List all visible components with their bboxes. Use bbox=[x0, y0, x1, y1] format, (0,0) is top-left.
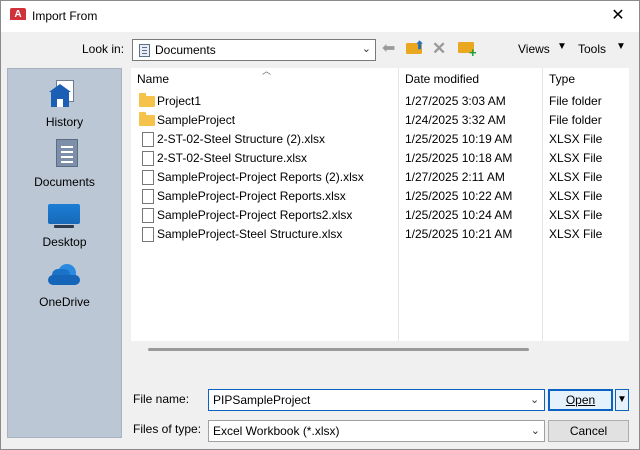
tools-dropdown-arrow-icon[interactable]: ▼ bbox=[616, 41, 626, 52]
open-options-dropdown-icon[interactable]: ▼ bbox=[615, 389, 629, 411]
create-new-folder-icon[interactable]: + bbox=[457, 39, 479, 60]
file-row[interactable]: SampleProject-Project Reports2.xlsx 1/25… bbox=[131, 206, 629, 225]
file-name: Project1 bbox=[157, 94, 202, 108]
file-icon bbox=[142, 132, 154, 147]
file-name: SampleProject-Project Reports.xlsx bbox=[157, 189, 346, 203]
file-icon bbox=[142, 227, 154, 242]
place-desktop[interactable]: Desktop bbox=[8, 195, 121, 255]
documents-folder-icon bbox=[139, 44, 150, 57]
file-name: SampleProject-Project Reports2.xlsx bbox=[157, 208, 353, 222]
file-type: XLSX File bbox=[549, 151, 603, 165]
look-in-value: Documents bbox=[155, 43, 216, 57]
file-date: 1/27/2025 3:03 AM bbox=[405, 94, 506, 108]
file-name: 2-ST-02-Steel Structure (2).xlsx bbox=[157, 132, 326, 146]
file-date: 1/27/2025 2:11 AM bbox=[405, 170, 505, 184]
cancel-button[interactable]: Cancel bbox=[548, 420, 629, 442]
views-dropdown-arrow-icon[interactable]: ▼ bbox=[557, 41, 567, 52]
views-menu[interactable]: Views bbox=[518, 42, 550, 56]
chevron-down-icon: ⌄ bbox=[530, 425, 540, 437]
file-date: 1/24/2025 3:32 AM bbox=[405, 113, 506, 127]
file-date: 1/25/2025 10:22 AM bbox=[405, 189, 513, 203]
folder-icon bbox=[139, 112, 155, 126]
folder-icon bbox=[139, 93, 155, 107]
place-label: Desktop bbox=[42, 235, 87, 249]
file-name: SampleProject bbox=[157, 113, 236, 127]
file-row[interactable]: SampleProject-Project Reports (2).xlsx 1… bbox=[131, 168, 629, 187]
file-name-dropdown-chevron-icon[interactable]: ⌄ bbox=[530, 393, 539, 406]
look-in-label: Look in: bbox=[82, 42, 125, 56]
place-label: OneDrive bbox=[39, 295, 90, 309]
file-row[interactable]: SampleProject-Project Reports.xlsx 1/25/… bbox=[131, 187, 629, 206]
file-icon bbox=[142, 208, 154, 223]
autocad-app-icon: A bbox=[10, 8, 26, 24]
up-one-level-icon[interactable]: ⬆ bbox=[406, 39, 428, 59]
file-row[interactable]: SampleProject-Steel Structure.xlsx 1/25/… bbox=[131, 225, 629, 244]
dialog-title: Import From bbox=[32, 9, 98, 23]
file-date: 1/25/2025 10:24 AM bbox=[405, 208, 513, 222]
delete-icon[interactable]: ✕ bbox=[432, 39, 454, 59]
place-label: History bbox=[45, 115, 84, 129]
desktop-icon bbox=[48, 199, 80, 231]
file-name: 2-ST-02-Steel Structure.xlsx bbox=[157, 151, 308, 165]
place-onedrive[interactable]: OneDrive bbox=[8, 255, 121, 315]
tools-menu[interactable]: Tools bbox=[578, 42, 606, 56]
file-type: XLSX File bbox=[549, 227, 603, 241]
column-header-type[interactable]: Type bbox=[543, 68, 629, 90]
files-of-type-label: Files of type: bbox=[133, 422, 202, 436]
place-documents[interactable]: Documents bbox=[8, 135, 121, 195]
back-icon[interactable]: ⬅ bbox=[382, 39, 404, 59]
file-type: File folder bbox=[549, 113, 602, 127]
title-bar: A Import From ✕ bbox=[1, 1, 639, 32]
file-row[interactable]: Project1 1/27/2025 3:03 AM File folder bbox=[131, 92, 629, 111]
file-date: 1/25/2025 10:19 AM bbox=[405, 132, 513, 146]
file-type: XLSX File bbox=[549, 132, 603, 146]
file-name-label: File name: bbox=[133, 392, 190, 406]
file-name: SampleProject-Project Reports (2).xlsx bbox=[157, 170, 364, 184]
close-button[interactable]: ✕ bbox=[605, 5, 631, 29]
file-icon bbox=[142, 151, 154, 166]
place-label: Documents bbox=[34, 175, 95, 189]
chevron-down-icon: ⌄ bbox=[361, 43, 371, 55]
column-header-date-modified[interactable]: Date modified bbox=[399, 68, 543, 90]
file-icon bbox=[142, 170, 154, 185]
open-button[interactable]: Open bbox=[548, 389, 613, 411]
column-header-name[interactable]: Name bbox=[131, 68, 399, 90]
file-row[interactable]: 2-ST-02-Steel Structure.xlsx 1/25/2025 1… bbox=[131, 149, 629, 168]
onedrive-icon bbox=[48, 259, 80, 291]
history-icon bbox=[48, 79, 80, 111]
places-sidebar: History Documents Desktop OneDrive bbox=[7, 68, 122, 438]
files-of-type-value: Excel Workbook (*.xlsx) bbox=[213, 424, 340, 438]
file-type: File folder bbox=[549, 94, 602, 108]
file-type: XLSX File bbox=[549, 170, 603, 184]
place-history[interactable]: History bbox=[8, 75, 121, 135]
file-date: 1/25/2025 10:18 AM bbox=[405, 151, 513, 165]
file-type: XLSX File bbox=[549, 208, 603, 222]
file-list: ︿ Name Date modified Type Project1 1/27/… bbox=[131, 66, 629, 341]
files-of-type-dropdown[interactable]: Excel Workbook (*.xlsx) ⌄ bbox=[208, 420, 545, 442]
import-from-dialog: A Import From ✕ Look in: Documents ⌄ ⬅ ⬆… bbox=[0, 0, 640, 450]
file-icon bbox=[142, 189, 154, 204]
file-type: XLSX File bbox=[549, 189, 603, 203]
file-row[interactable]: 2-ST-02-Steel Structure (2).xlsx 1/25/20… bbox=[131, 130, 629, 149]
documents-icon bbox=[48, 139, 80, 171]
file-date: 1/25/2025 10:21 AM bbox=[405, 227, 513, 241]
file-row[interactable]: SampleProject 1/24/2025 3:32 AM File fol… bbox=[131, 111, 629, 130]
file-name-input[interactable] bbox=[208, 389, 545, 411]
file-name: SampleProject-Steel Structure.xlsx bbox=[157, 227, 343, 241]
horizontal-scrollbar[interactable] bbox=[148, 348, 529, 351]
look-in-dropdown[interactable]: Documents ⌄ bbox=[132, 39, 376, 61]
